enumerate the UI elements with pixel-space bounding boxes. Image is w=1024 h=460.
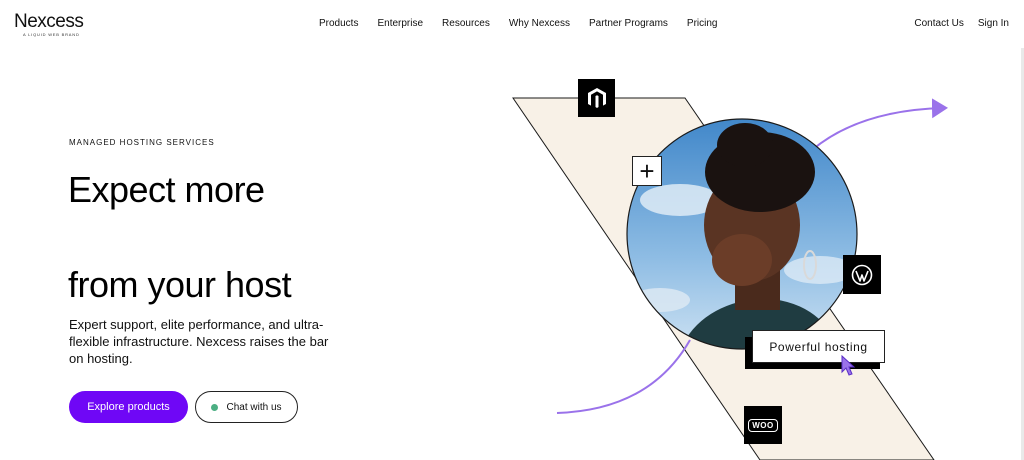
nav-pricing[interactable]: Pricing [687, 18, 718, 29]
woocommerce-icon: WOO [744, 406, 782, 444]
nav-products[interactable]: Products [319, 18, 358, 29]
chat-with-us-label: Chat with us [226, 401, 282, 413]
hero-eyebrow: MANAGED HOSTING SERVICES [69, 138, 215, 147]
explore-products-button[interactable]: Explore products [69, 391, 188, 423]
woo-label: WOO [748, 418, 778, 432]
main-nav-links: Products Enterprise Resources Why Nexces… [319, 18, 736, 29]
nav-contact-us[interactable]: Contact Us [914, 18, 963, 29]
nav-partner-programs[interactable]: Partner Programs [589, 18, 668, 29]
powerful-hosting-chip: Powerful hosting [752, 330, 885, 363]
arrow-icon [811, 98, 948, 151]
top-nav: Nexcess A LIQUID WEB BRAND Products Ente… [0, 0, 1024, 48]
plus-icon: + [632, 156, 662, 186]
hero-description: Expert support, elite performance, and u… [69, 317, 329, 366]
wordpress-icon [843, 255, 881, 294]
nav-utility-links: Contact Us Sign In [900, 18, 1009, 29]
chat-with-us-button[interactable]: Chat with us [195, 391, 298, 423]
logo-wordmark: Nexcess [14, 11, 84, 32]
nav-enterprise[interactable]: Enterprise [377, 18, 423, 29]
hero-illustration [512, 97, 948, 460]
nexcess-logo[interactable]: Nexcess A LIQUID WEB BRAND [14, 11, 84, 37]
magento-icon [578, 79, 615, 117]
chat-status-dot [211, 403, 219, 411]
cursor-icon [841, 355, 856, 376]
nav-sign-in[interactable]: Sign In [978, 18, 1009, 29]
hero-headline-line-1: Expect more [68, 169, 265, 210]
purple-arc-bottom [556, 339, 691, 414]
nav-why-nexcess[interactable]: Why Nexcess [509, 18, 570, 29]
hero-headline-line-2: from your host [68, 264, 292, 305]
nav-resources[interactable]: Resources [442, 18, 490, 29]
logo-tagline: A LIQUID WEB BRAND [23, 32, 80, 37]
